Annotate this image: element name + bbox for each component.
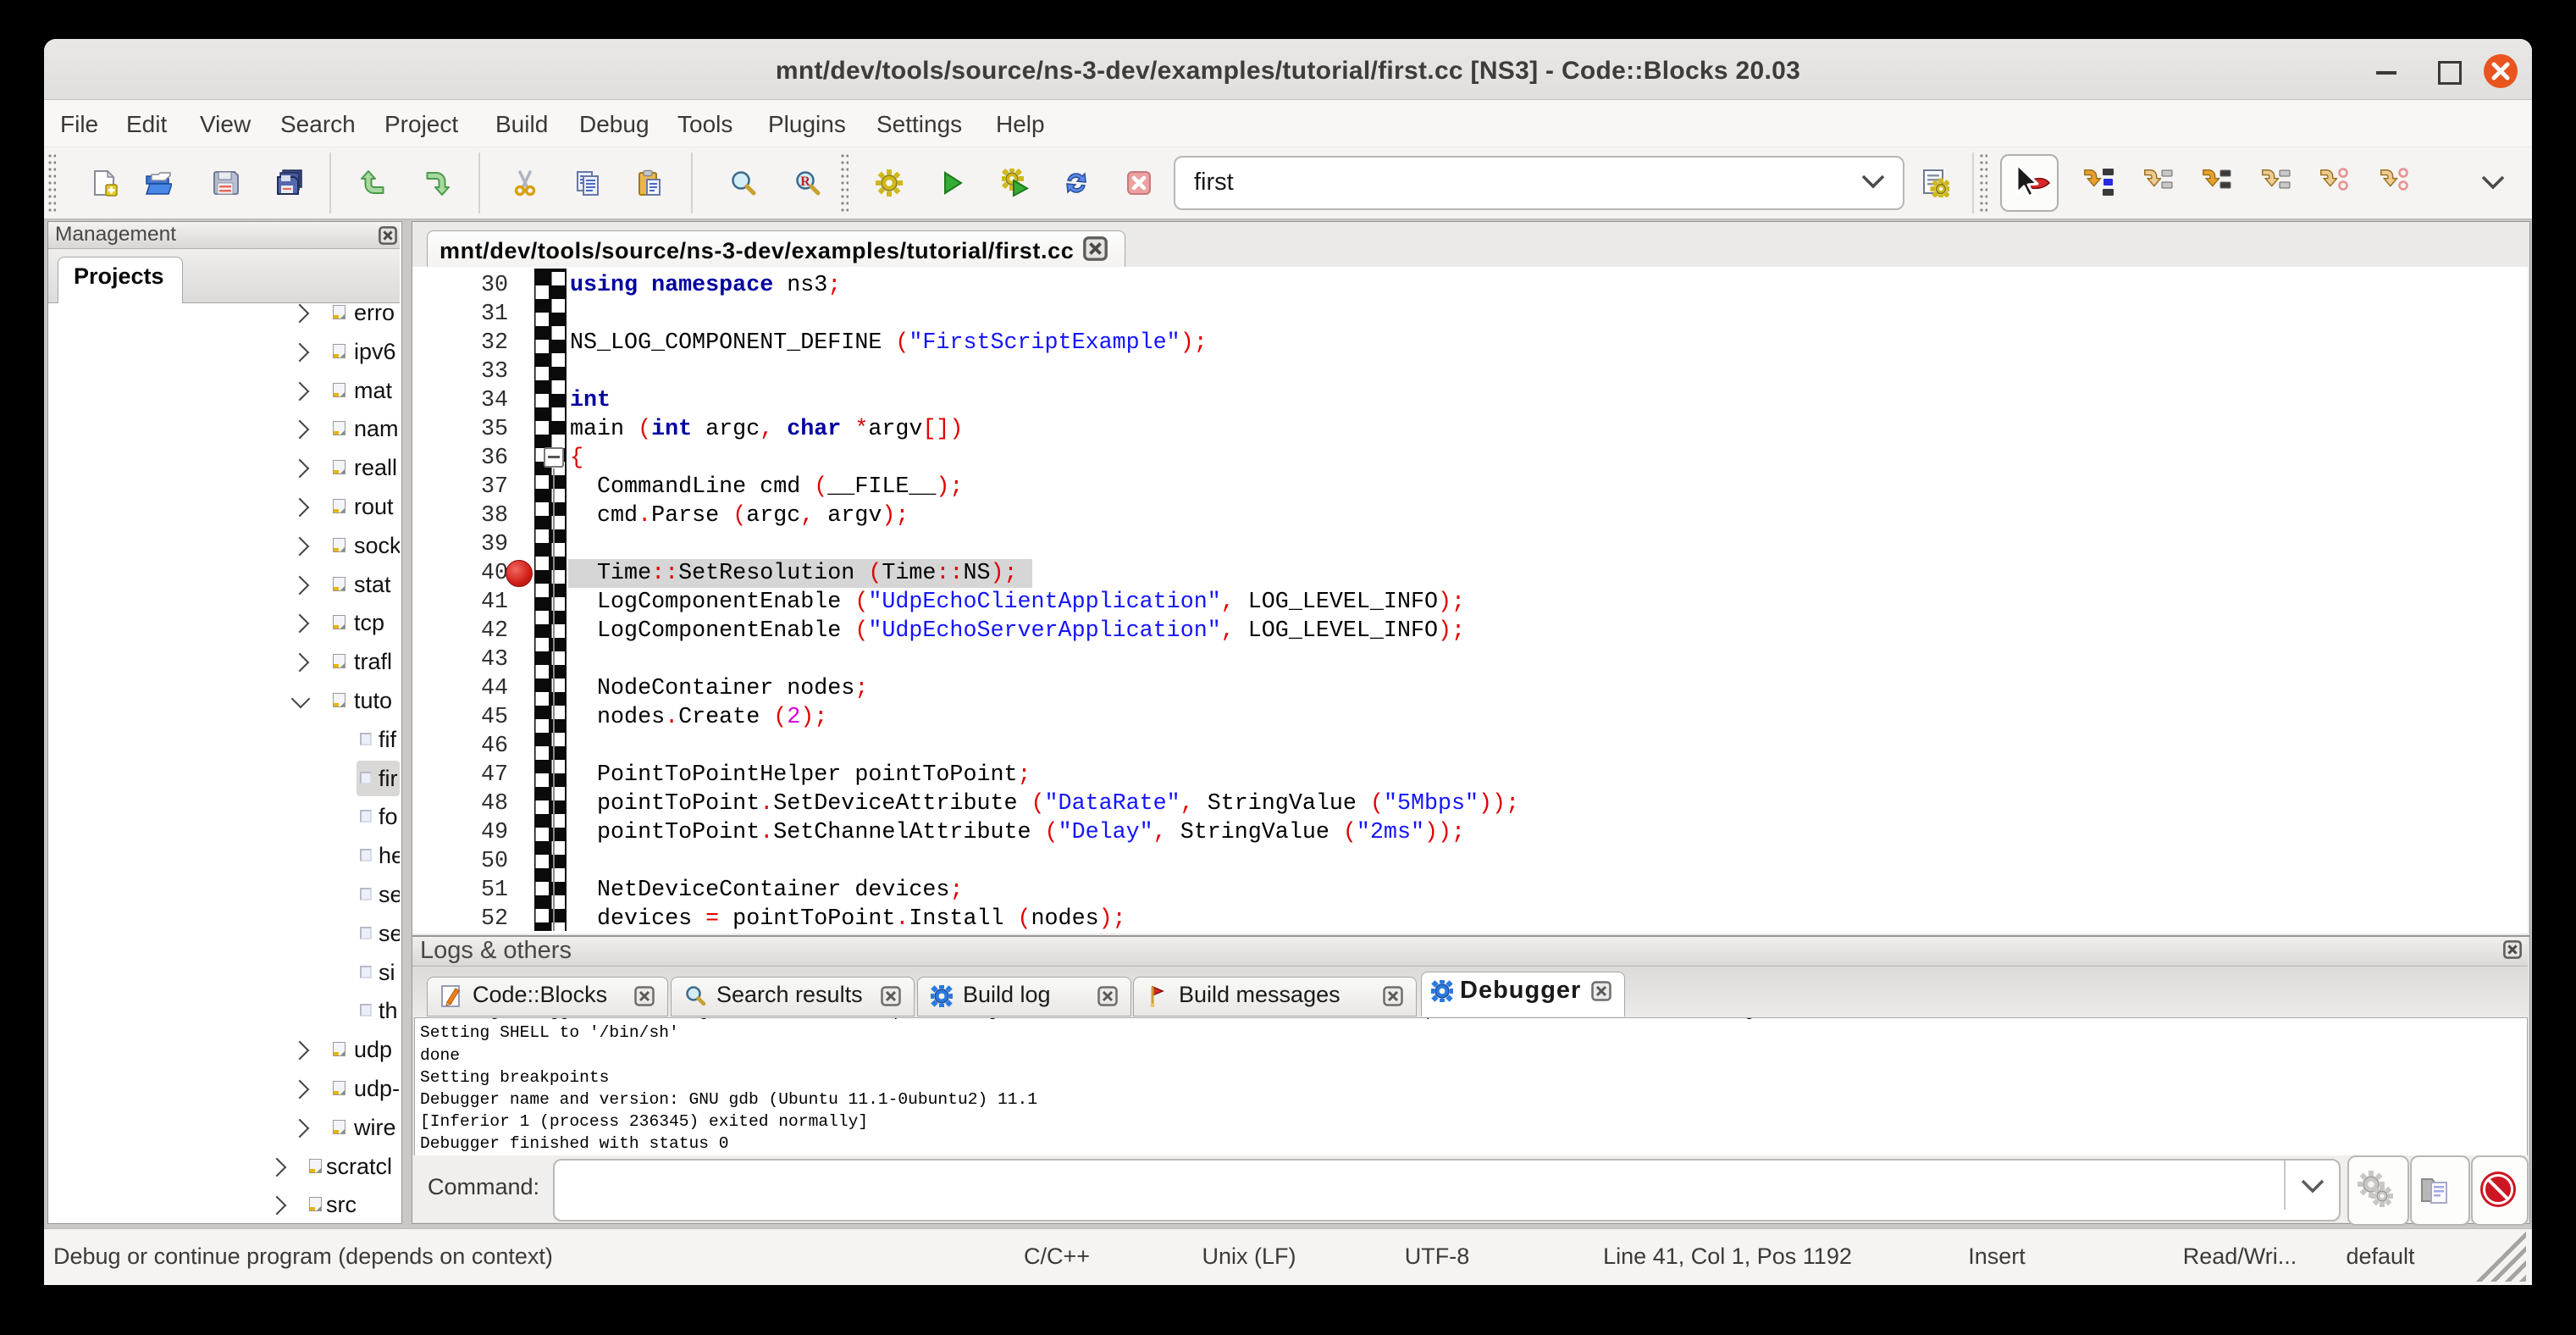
svg-text:R: R: [800, 174, 810, 189]
